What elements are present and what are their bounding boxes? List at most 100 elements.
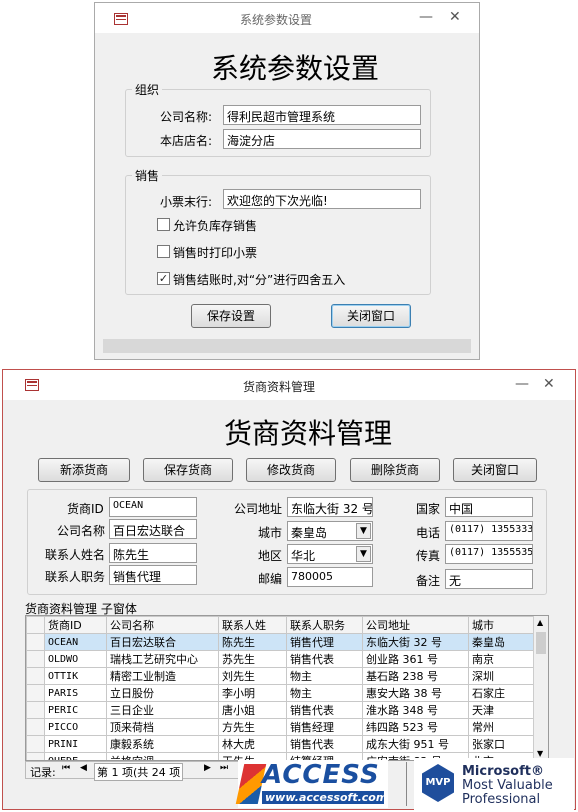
row-selector[interactable]: [26, 633, 45, 651]
table-cell[interactable]: PRINI: [44, 735, 107, 753]
column-header[interactable]: 联系人姓: [218, 616, 287, 634]
table-cell[interactable]: PARIS: [44, 684, 107, 702]
close-window-button[interactable]: 关闭窗口: [331, 304, 411, 328]
chevron-down-icon[interactable]: ▼: [356, 523, 371, 539]
table-cell[interactable]: 唐小姐: [218, 701, 287, 719]
save-supplier-button[interactable]: 保存货商: [143, 458, 233, 482]
address-field[interactable]: 东临大街 32 号: [287, 497, 373, 517]
save-settings-button[interactable]: 保存设置: [191, 304, 271, 328]
add-supplier-button[interactable]: 新添货商: [38, 458, 130, 482]
round-cents-checkbox[interactable]: ✓: [157, 272, 170, 285]
table-row[interactable]: OCEAN 百日宏达联合 陈先生 销售代理 东临大街 32 号秦皇岛: [26, 633, 535, 651]
table-cell[interactable]: 精密工业制造: [106, 667, 219, 685]
table-cell[interactable]: 销售代表: [286, 701, 363, 719]
row-selector[interactable]: [26, 667, 45, 685]
table-row[interactable]: PERIC 三日企业 唐小姐 销售代表 淮水路 348 号天津: [26, 701, 535, 719]
table-cell[interactable]: 常州: [468, 718, 535, 736]
close-window-button[interactable]: 关闭窗口: [453, 458, 537, 482]
scroll-up-icon[interactable]: ▲: [537, 618, 543, 627]
row-selector[interactable]: [26, 718, 45, 736]
table-row[interactable]: PICCO 顶来荷档 方先生 销售经理 纬四路 523 号常州: [26, 718, 535, 736]
prev-record-icon[interactable]: ◀: [80, 763, 87, 773]
table-cell[interactable]: 陈先生: [218, 633, 287, 651]
table-cell[interactable]: 创业路 361 号: [362, 650, 469, 668]
column-header[interactable]: 联系人职务: [286, 616, 363, 634]
column-header[interactable]: 公司名称: [106, 616, 219, 634]
close-icon[interactable]: ✕: [543, 376, 555, 392]
table-row[interactable]: OTTIK 精密工业制造 刘先生 物主 基石路 238 号深圳: [26, 667, 535, 685]
table-cell[interactable]: 销售代表: [286, 650, 363, 668]
table-cell[interactable]: 物主: [286, 684, 363, 702]
table-cell[interactable]: 惠安大路 38 号: [362, 684, 469, 702]
close-icon[interactable]: ✕: [449, 9, 461, 25]
column-header[interactable]: 城市: [468, 616, 535, 634]
table-cell[interactable]: 兰格空调: [106, 752, 219, 760]
table-row[interactable]: PRINI 康毅系统 林大虎 销售代表 成东大街 951 号张家口: [26, 735, 535, 753]
table-cell[interactable]: 天津: [468, 701, 535, 719]
table-cell[interactable]: 淮水路 348 号: [362, 701, 469, 719]
record-position[interactable]: 第 1 项(共 24 项: [94, 763, 184, 781]
table-cell[interactable]: OTTIK: [44, 667, 107, 685]
table-cell[interactable]: 张家口: [468, 735, 535, 753]
table-row[interactable]: OLDWO 瑞栈工艺研究中心 苏先生 销售代表 创业路 361 号南京: [26, 650, 535, 668]
row-selector[interactable]: [26, 650, 45, 668]
column-header[interactable]: 货商ID: [44, 616, 107, 634]
table-cell[interactable]: 刘先生: [218, 667, 287, 685]
table-row[interactable]: PARIS 立日股份 李小明 物主 惠安大路 38 号石家庄: [26, 684, 535, 702]
table-cell[interactable]: 销售代表: [286, 735, 363, 753]
row-selector[interactable]: [26, 735, 45, 753]
row-selector[interactable]: [26, 701, 45, 719]
table-cell[interactable]: 南京: [468, 650, 535, 668]
row-selector[interactable]: [26, 684, 45, 702]
print-receipt-checkbox[interactable]: [157, 245, 170, 258]
column-header[interactable]: 公司地址: [362, 616, 469, 634]
allow-negative-stock-checkbox[interactable]: [157, 218, 170, 231]
table-cell[interactable]: QUEDE: [44, 752, 107, 760]
table-cell[interactable]: 秦皇岛: [468, 633, 535, 651]
contact-title-field[interactable]: 销售代理: [109, 565, 197, 585]
table-cell[interactable]: 成东大街 951 号: [362, 735, 469, 753]
table-cell[interactable]: 纬四路 523 号: [362, 718, 469, 736]
row-selector[interactable]: [26, 752, 45, 760]
minimize-icon[interactable]: —: [515, 376, 529, 392]
supplier-id-field[interactable]: OCEAN: [109, 497, 197, 517]
table-cell[interactable]: PICCO: [44, 718, 107, 736]
table-cell[interactable]: OLDWO: [44, 650, 107, 668]
table-cell[interactable]: 基石路 238 号: [362, 667, 469, 685]
last-record-icon[interactable]: ⏭: [220, 763, 228, 773]
city-select[interactable]: 秦皇岛 ▼: [287, 521, 373, 541]
table-cell[interactable]: OCEAN: [44, 633, 107, 651]
table-cell[interactable]: 物主: [286, 667, 363, 685]
minimize-icon[interactable]: —: [419, 9, 433, 25]
contact-name-field[interactable]: 陈先生: [109, 543, 197, 563]
next-record-icon[interactable]: ▶: [204, 763, 211, 773]
table-cell[interactable]: 康毅系统: [106, 735, 219, 753]
phone-field[interactable]: (0117) 1355333: [445, 521, 533, 541]
table-cell[interactable]: 三日企业: [106, 701, 219, 719]
country-field[interactable]: 中国: [445, 497, 533, 517]
note-field[interactable]: 无: [445, 569, 533, 589]
delete-supplier-button[interactable]: 删除货商: [350, 458, 440, 482]
table-cell[interactable]: 林大虎: [218, 735, 287, 753]
zip-field[interactable]: 780005: [287, 567, 373, 587]
table-cell[interactable]: 东临大街 32 号: [362, 633, 469, 651]
table-cell[interactable]: 立日股份: [106, 684, 219, 702]
scroll-down-icon[interactable]: ▼: [537, 749, 543, 758]
company-name-field[interactable]: 百日宏达联合: [109, 519, 197, 539]
chevron-down-icon[interactable]: ▼: [356, 546, 371, 562]
vertical-scrollbar[interactable]: ▲ ▼: [533, 616, 548, 760]
table-cell[interactable]: 深圳: [468, 667, 535, 685]
edit-supplier-button[interactable]: 修改货商: [246, 458, 336, 482]
table-cell[interactable]: 方先生: [218, 718, 287, 736]
scroll-thumb[interactable]: [536, 632, 546, 654]
table-cell[interactable]: 顶来荷档: [106, 718, 219, 736]
first-record-icon[interactable]: ⏮: [62, 763, 70, 773]
table-cell[interactable]: 李小明: [218, 684, 287, 702]
store-name-field[interactable]: 海淀分店: [223, 129, 421, 149]
table-cell[interactable]: 瑞栈工艺研究中心: [106, 650, 219, 668]
select-all-corner[interactable]: [26, 616, 45, 634]
table-cell[interactable]: 百日宏达联合: [106, 633, 219, 651]
company-name-field[interactable]: 得利民超市管理系统: [223, 105, 421, 125]
fax-field[interactable]: (0117) 1355535: [445, 544, 533, 564]
table-cell[interactable]: 石家庄: [468, 684, 535, 702]
